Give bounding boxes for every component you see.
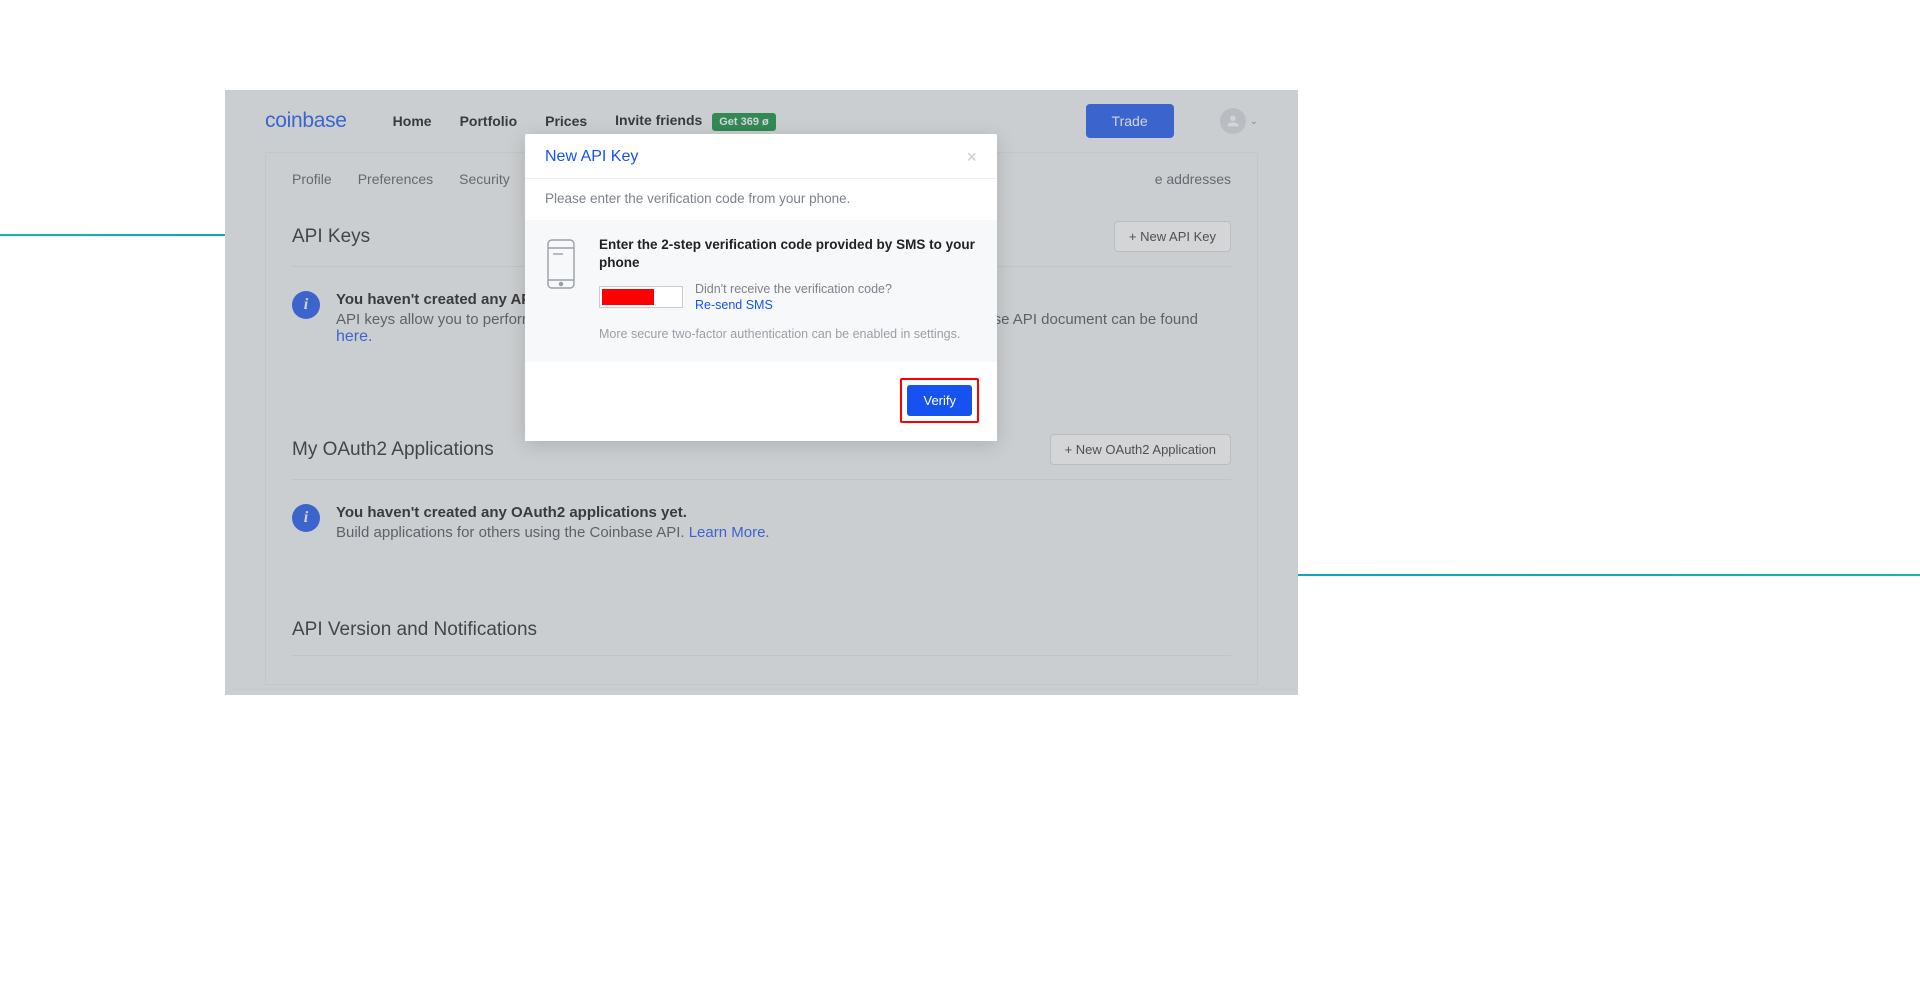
decorative-accent-left: [0, 234, 230, 236]
invite-reward-badge: Get 369 ø: [712, 113, 776, 131]
decorative-accent-right: [1290, 574, 1920, 576]
modal-body: Enter the 2-step verification code provi…: [525, 220, 997, 362]
user-menu[interactable]: ⌄: [1220, 108, 1258, 134]
api-keys-title: API Keys: [292, 226, 370, 248]
oauth-info-sub: Build applications for others using the …: [336, 524, 770, 541]
redacted-value: [602, 289, 654, 305]
brand-logo[interactable]: coinbase: [265, 109, 347, 133]
api-doc-link[interactable]: here.: [336, 328, 372, 345]
api-keys-sub-prefix: API keys allow you to perform a: [336, 311, 547, 328]
api-version-section-header: API Version and Notifications: [292, 595, 1231, 656]
code-side-col: Didn't receive the verification code? Re…: [695, 282, 892, 312]
nav-invite-label: Invite friends: [615, 112, 702, 128]
modal-body-text: Enter the 2-step verification code provi…: [599, 236, 977, 344]
modal-title: New API Key: [545, 148, 638, 166]
info-icon: i: [292, 504, 320, 532]
nav-prices[interactable]: Prices: [545, 113, 587, 129]
nav-home[interactable]: Home: [393, 113, 432, 129]
modal-footnote: More secure two-factor authentication ca…: [599, 326, 977, 344]
tab-addresses-partial[interactable]: e addresses: [1155, 171, 1231, 187]
new-api-key-button[interactable]: + New API Key: [1114, 221, 1231, 252]
oauth-info-text: You haven't created any OAuth2 applicati…: [336, 504, 770, 541]
new-api-key-modal: New API Key × Please enter the verificat…: [525, 134, 997, 441]
verify-highlight: Verify: [900, 378, 979, 423]
info-icon: i: [292, 291, 320, 319]
nav-invite-friends[interactable]: Invite friends Get 369 ø: [615, 112, 776, 131]
chevron-down-icon: ⌄: [1250, 116, 1258, 127]
modal-footer: Verify: [525, 362, 997, 441]
avatar-icon: [1220, 108, 1246, 134]
tab-security[interactable]: Security: [459, 171, 510, 187]
primary-nav: Home Portfolio Prices Invite friends Get…: [393, 112, 776, 131]
phone-icon: [545, 238, 581, 344]
api-version-title: API Version and Notifications: [292, 619, 537, 641]
oauth-title: My OAuth2 Applications: [292, 439, 494, 461]
tab-preferences[interactable]: Preferences: [358, 171, 433, 187]
trade-button[interactable]: Trade: [1086, 104, 1174, 138]
verify-button[interactable]: Verify: [907, 385, 972, 416]
verification-code-input[interactable]: [599, 286, 683, 308]
api-keys-sub-suffix: ase API document can be found: [985, 311, 1198, 328]
not-received-text: Didn't receive the verification code?: [695, 282, 892, 296]
resend-sms-link[interactable]: Re-send SMS: [695, 298, 892, 312]
tab-profile[interactable]: Profile: [292, 171, 332, 187]
code-row: Didn't receive the verification code? Re…: [599, 282, 977, 312]
new-oauth-app-button[interactable]: + New OAuth2 Application: [1050, 434, 1231, 465]
oauth-info: i You haven't created any OAuth2 applica…: [292, 480, 1231, 545]
oauth-learn-more-link[interactable]: Learn More.: [689, 524, 770, 541]
app-window: coinbase Home Portfolio Prices Invite fr…: [225, 90, 1298, 695]
oauth-info-bold: You haven't created any OAuth2 applicati…: [336, 504, 770, 521]
modal-header: New API Key ×: [525, 134, 997, 179]
oauth-sub-text: Build applications for others using the …: [336, 524, 689, 541]
close-icon[interactable]: ×: [966, 148, 977, 166]
modal-instruction: Please enter the verification code from …: [525, 179, 997, 220]
modal-lead: Enter the 2-step verification code provi…: [599, 236, 977, 272]
nav-portfolio[interactable]: Portfolio: [460, 113, 518, 129]
